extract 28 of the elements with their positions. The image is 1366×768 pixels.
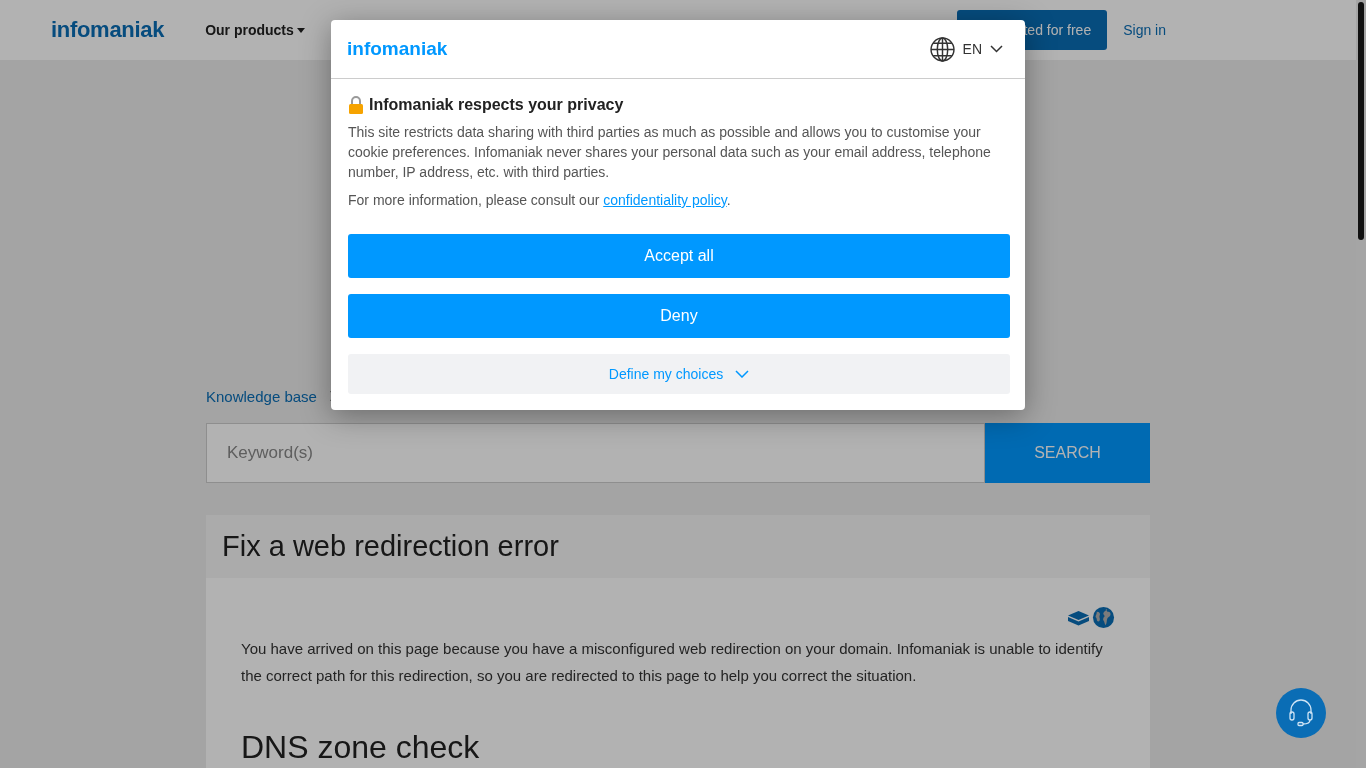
support-button[interactable] bbox=[1276, 688, 1326, 738]
chevron-down-icon bbox=[735, 370, 750, 378]
hosting-box-icon bbox=[1067, 609, 1090, 626]
privacy-text: This site restricts data sharing with third parties as much as possible and allows you to customise your cookie preferences. Infomaniak never shares your personal data such as your email address, telephone number, IP address, etc. with third parties. bbox=[348, 123, 992, 182]
consent-button[interactable]: Accept all bbox=[348, 234, 1010, 278]
consent-button[interactable]: Deny bbox=[348, 294, 1010, 338]
search-button[interactable]: SEARCH bbox=[985, 423, 1150, 483]
more-info-text: For more information, please consult our confidentiality policy. bbox=[348, 191, 732, 210]
language-selector[interactable]: EN bbox=[929, 36, 1003, 62]
chevron-down-icon bbox=[990, 45, 1003, 53]
article-intro: You have arrived on this page because you have a misconfigured web redirection on your domain. Infomaniak is unable to identify the correct path for this redirection, so you are redirected to this page to help you correct the situation. bbox=[241, 639, 1104, 686]
article-title: Fix a web redirection error bbox=[222, 530, 559, 563]
nav-menu[interactable]: Our products bbox=[205, 22, 305, 38]
headset-icon bbox=[1287, 698, 1315, 728]
caret-icon bbox=[296, 27, 305, 33]
dialog-logo: infomaniak bbox=[347, 38, 448, 60]
dialog-title: Infomaniak respects your privacy bbox=[369, 96, 624, 114]
breadcrumb-link[interactable]: Knowledge base bbox=[206, 387, 317, 405]
globe-icon bbox=[929, 36, 955, 62]
site-logo[interactable]: infomaniak bbox=[51, 17, 165, 43]
confidentiality-link[interactable]: confidentiality policy bbox=[603, 192, 727, 208]
sign-in-link[interactable]: Sign in bbox=[1123, 22, 1166, 38]
search-field[interactable]: Keyword(s) bbox=[206, 423, 985, 483]
scrollbar-thumb[interactable] bbox=[1358, 2, 1364, 240]
section-heading: DNS zone check bbox=[241, 729, 481, 765]
padlock-icon bbox=[348, 96, 364, 114]
globe-icon bbox=[1092, 606, 1115, 629]
define-choices-button[interactable]: Define my choices bbox=[348, 354, 1010, 394]
